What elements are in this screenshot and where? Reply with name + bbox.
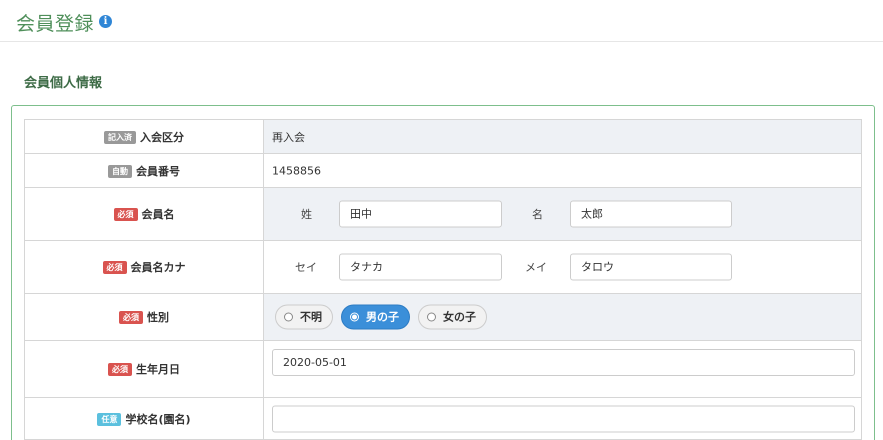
field-label: 任意 学校名(園名) [24,397,264,440]
school-name-input[interactable] [272,405,855,432]
field-label-text: 会員名カナ [130,261,186,274]
field-label-text: 性別 [147,311,169,324]
field-label-text: 生年月日 [136,363,180,376]
field-value-cell: 再入会 [263,119,862,154]
form-row-member-type: 記入済 入会区分 再入会 [24,119,862,154]
form-row-kana: 必須 会員名カナ セイ タナカ メイ タロウ [24,240,862,294]
gender-option-label: 男の子 [366,310,399,324]
form-row-school: 任意 学校名(園名) [24,397,862,440]
field-label: 必須 会員名カナ [24,240,264,294]
page-header: 会員登録 i [0,0,883,42]
field-label: 必須 会員名 [24,187,264,241]
field-label-text: 学校名(園名) [125,412,191,426]
gender-option-unknown[interactable]: 不明 [275,304,333,330]
field-label-text: 会員番号 [136,164,180,178]
field-value-cell: 不明 男の子 女の子 [263,293,862,341]
field-label: 必須 性別 [24,293,264,341]
auto-badge: 自動 [108,164,132,178]
required-badge: 必須 [113,208,138,221]
first-kana-input[interactable]: タロウ [570,253,732,281]
last-name-label: 姓 [301,208,312,221]
field-label: 必須 生年月日 [24,340,264,398]
radio-circle-icon [284,312,293,322]
form-row-member-no: 自動 会員番号 1458856 [24,153,862,188]
form-row-gender: 必須 性別 不明 男の子 女の子 [24,293,862,341]
last-kana-label: セイ [295,261,317,274]
radio-circle-icon [427,312,436,322]
gender-option-boy[interactable]: 男の子 [341,304,410,330]
field-label: 自動 会員番号 [24,153,264,188]
field-label-text: 入会区分 [140,130,184,144]
member-type-value: 再入会 [272,130,305,144]
field-value-cell: 2020-05-01 [263,340,862,398]
first-kana-label: メイ [525,261,547,274]
field-label-text: 会員名 [141,208,175,221]
form-row-birthday: 必須 生年月日 2020-05-01 [24,340,862,398]
field-value-cell: 姓 田中 名 太郎 [263,187,862,241]
gender-option-girl[interactable]: 女の子 [418,304,487,330]
first-name-input[interactable]: 太郎 [570,200,732,228]
last-name-input[interactable]: 田中 [339,200,502,228]
radio-selected-icon [350,312,359,322]
field-value-cell: セイ タナカ メイ タロウ [263,240,862,294]
form-row-name: 必須 会員名 姓 田中 名 太郎 [24,187,862,241]
birthday-input[interactable]: 2020-05-01 [272,349,855,376]
field-label: 記入済 入会区分 [24,119,264,154]
required-badge: 必須 [108,363,132,376]
gender-option-label: 不明 [300,310,322,324]
required-badge: 必須 [102,261,127,274]
field-value-cell: 1458856 [263,153,862,188]
optional-badge: 任意 [97,412,122,426]
member-form-table: 記入済 入会区分 再入会 自動 会員番号 1458856 必須 会員名 姓 田中 名 … [24,119,862,440]
page-title: 会員登録 [16,13,95,35]
required-badge: 必須 [119,311,143,324]
first-name-label: 名 [532,208,543,221]
info-icon[interactable]: i [99,15,112,28]
filled-badge: 記入済 [104,130,136,144]
member-no-value: 1458856 [272,164,321,177]
field-value-cell [263,397,862,440]
last-kana-input[interactable]: タナカ [339,253,502,281]
section-title: 会員個人情報 [24,76,103,91]
gender-option-label: 女の子 [443,310,476,324]
